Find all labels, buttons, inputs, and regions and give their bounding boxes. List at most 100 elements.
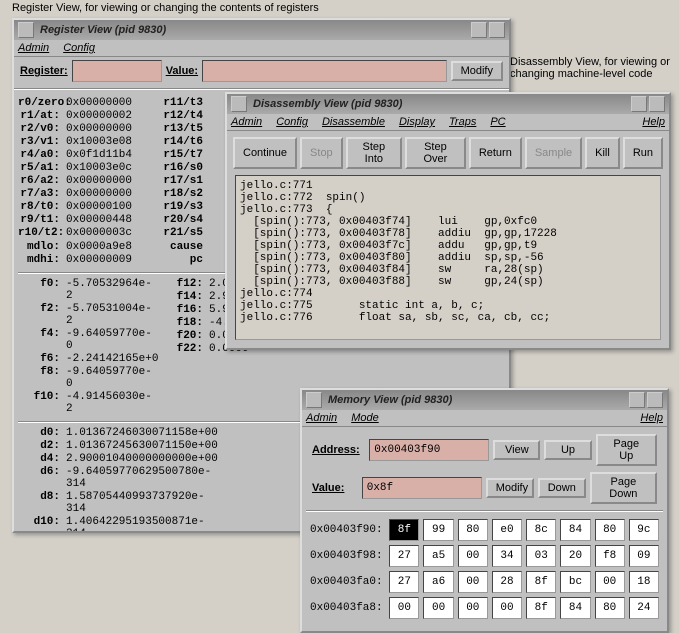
register-titlebar[interactable]: Register View (pid 9830) — [14, 20, 509, 40]
register-line[interactable]: r10/t2:0x0000003c — [18, 227, 151, 239]
pagedown-button[interactable]: Page Down — [590, 472, 657, 504]
pageup-button[interactable]: Page Up — [596, 434, 657, 466]
menu-admin[interactable]: Admin — [231, 116, 262, 128]
memory-cell[interactable]: 8f — [389, 519, 419, 541]
memory-cell[interactable]: 18 — [629, 571, 659, 593]
menu-config[interactable]: Config — [276, 116, 308, 128]
register-line[interactable]: r1/at:0x00000002 — [18, 110, 151, 122]
memory-cell[interactable]: 00 — [458, 545, 488, 567]
memory-cell[interactable]: 84 — [560, 597, 590, 619]
register-line[interactable]: f6:-2.24142165e+0 — [18, 353, 151, 365]
minimize-icon[interactable] — [629, 392, 645, 408]
window-menu-icon[interactable] — [231, 96, 247, 112]
memory-cell[interactable]: 8f — [526, 571, 556, 593]
register-line[interactable]: mdhi:0x00000009 — [18, 254, 151, 266]
memory-cell[interactable]: 00 — [458, 597, 488, 619]
disassembly-titlebar[interactable]: Disassembly View (pid 9830) — [227, 94, 669, 114]
step-into-button[interactable]: Step Into — [346, 137, 402, 169]
memory-cell[interactable]: 9c — [629, 519, 659, 541]
memory-cell[interactable]: 00 — [389, 597, 419, 619]
memory-cell[interactable]: f8 — [595, 545, 625, 567]
menu-help[interactable]: Help — [642, 116, 665, 128]
register-line[interactable]: r7/a3:0x00000000 — [18, 188, 151, 200]
register-line[interactable]: mdlo:0x0000a9e8 — [18, 241, 151, 253]
menu-pc[interactable]: PC — [490, 116, 505, 128]
register-line[interactable]: r2/v0:0x00000000 — [18, 123, 151, 135]
menu-traps[interactable]: Traps — [449, 116, 476, 128]
memory-cell[interactable]: a5 — [423, 545, 453, 567]
menu-display[interactable]: Display — [399, 116, 435, 128]
menu-admin[interactable]: Admin — [306, 412, 337, 424]
menu-admin[interactable]: Admin — [18, 42, 49, 54]
disassembly-listing[interactable]: jello.c:771 jello.c:772 spin() jello.c:7… — [235, 175, 661, 340]
stop-button[interactable]: Stop — [300, 137, 343, 169]
memory-cell[interactable]: 00 — [458, 571, 488, 593]
down-button[interactable]: Down — [538, 478, 586, 498]
menu-help[interactable]: Help — [640, 412, 663, 424]
register-line[interactable]: r0/zero:0x00000000 — [18, 97, 151, 109]
register-line[interactable]: f10:-4.91456030e-2 — [18, 391, 151, 415]
window-menu-icon[interactable] — [306, 392, 322, 408]
memory-cell[interactable]: 99 — [423, 519, 453, 541]
memory-cell[interactable]: 28 — [492, 571, 522, 593]
step-over-button[interactable]: Step Over — [405, 137, 466, 169]
register-line[interactable]: r5/a1:0x10003e0c — [18, 162, 151, 174]
maximize-icon[interactable] — [489, 22, 505, 38]
menu-disassemble[interactable]: Disassemble — [322, 116, 385, 128]
register-line[interactable]: d10:1.40642295193500871e-314 — [18, 516, 151, 531]
register-line[interactable]: d0:1.01367246030071158e+00 — [18, 427, 151, 439]
memory-cell[interactable]: 84 — [560, 519, 590, 541]
sample-button[interactable]: Sample — [525, 137, 582, 169]
memory-cell[interactable]: 27 — [389, 571, 419, 593]
memory-cell[interactable]: 80 — [458, 519, 488, 541]
register-input[interactable] — [72, 60, 162, 82]
register-line[interactable]: d8:1.58705440993737920e-314 — [18, 491, 151, 515]
register-line[interactable]: r4/a0:0x0f1d11b4 — [18, 149, 151, 161]
memory-cell[interactable]: 8f — [526, 597, 556, 619]
memory-cell[interactable]: e0 — [492, 519, 522, 541]
memory-cell[interactable]: 03 — [526, 545, 556, 567]
continue-button[interactable]: Continue — [233, 137, 297, 169]
maximize-icon[interactable] — [649, 96, 665, 112]
memory-cell[interactable]: 34 — [492, 545, 522, 567]
memory-cell[interactable]: 80 — [595, 519, 625, 541]
modify-button[interactable]: Modify — [451, 61, 503, 81]
register-line[interactable]: f0:-5.70532964e-2 — [18, 278, 151, 302]
register-line[interactable]: r9/t1:0x00000448 — [18, 214, 151, 226]
memory-cell[interactable]: 00 — [492, 597, 522, 619]
minimize-icon[interactable] — [471, 22, 487, 38]
menu-config[interactable]: Config — [63, 42, 95, 54]
memory-cell[interactable]: 09 — [629, 545, 659, 567]
register-line[interactable]: r3/v1:0x10003e08 — [18, 136, 151, 148]
kill-button[interactable]: Kill — [585, 137, 620, 169]
register-line[interactable]: f2:-5.70531004e-2 — [18, 303, 151, 327]
memory-cell[interactable]: 80 — [595, 597, 625, 619]
register-line[interactable]: d6:-9.64059770629500780e-314 — [18, 466, 151, 490]
memvalue-input[interactable] — [362, 477, 482, 499]
window-menu-icon[interactable] — [18, 22, 34, 38]
up-button[interactable]: Up — [544, 440, 591, 460]
address-input[interactable] — [369, 439, 489, 461]
return-button[interactable]: Return — [469, 137, 522, 169]
register-line[interactable]: r6/a2:0x00000000 — [18, 175, 151, 187]
maximize-icon[interactable] — [647, 392, 663, 408]
view-button[interactable]: View — [493, 440, 540, 460]
register-line[interactable]: f4:-9.64059770e-0 — [18, 328, 151, 352]
memory-cell[interactable]: 20 — [560, 545, 590, 567]
memory-cell[interactable]: 00 — [595, 571, 625, 593]
memory-cell[interactable]: 00 — [423, 597, 453, 619]
memory-titlebar[interactable]: Memory View (pid 9830) — [302, 390, 667, 410]
register-line[interactable]: d4:2.90001040000000000e+00 — [18, 453, 151, 465]
modify-button[interactable]: Modify — [486, 478, 534, 498]
minimize-icon[interactable] — [631, 96, 647, 112]
memory-cell[interactable]: 24 — [629, 597, 659, 619]
memory-cell[interactable]: a6 — [423, 571, 453, 593]
memory-cell[interactable]: 8c — [526, 519, 556, 541]
register-line[interactable]: f8:-9.64059770e-0 — [18, 366, 151, 390]
memory-cell[interactable]: bc — [560, 571, 590, 593]
register-line[interactable]: d2:1.01367245630071150e+00 — [18, 440, 151, 452]
value-input[interactable] — [202, 60, 447, 82]
menu-mode[interactable]: Mode — [351, 412, 379, 424]
register-line[interactable]: r8/t0:0x00000100 — [18, 201, 151, 213]
run-button[interactable]: Run — [623, 137, 663, 169]
